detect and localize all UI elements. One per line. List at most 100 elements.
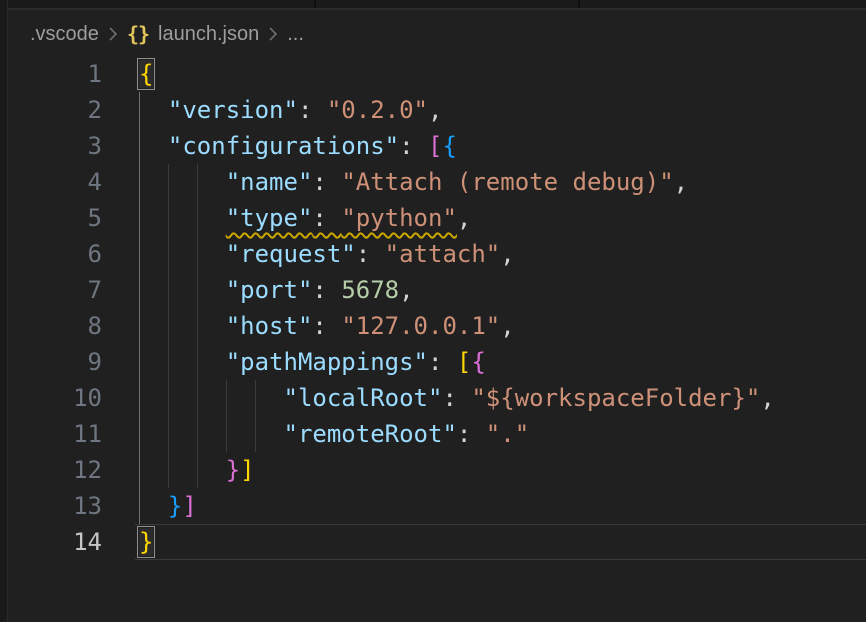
editor[interactable]: 1{2 "version": "0.2.0",3 "configurations…	[0, 56, 866, 622]
chevron-right-icon	[108, 25, 118, 43]
code-token: ,	[500, 312, 514, 340]
code-text: "localRoot": "${workspaceFolder}",	[139, 380, 775, 416]
code-token: "."	[486, 420, 529, 448]
code-token: ,	[428, 96, 442, 124]
code-token: "pathMappings"	[226, 348, 428, 376]
code-line[interactable]: 10 "localRoot": "${workspaceFolder}",	[0, 380, 866, 416]
code-line[interactable]: 14}	[0, 524, 866, 560]
line-number[interactable]: 12	[0, 452, 102, 488]
code-line[interactable]: 2 "version": "0.2.0",	[0, 92, 866, 128]
code-token: "type"	[226, 204, 313, 232]
code-token: ,	[500, 240, 514, 268]
line-number[interactable]: 14	[0, 524, 102, 560]
line-number[interactable]: 5	[0, 200, 102, 236]
code-token: "host"	[226, 312, 313, 340]
line-number[interactable]: 1	[0, 56, 102, 92]
code-token	[139, 240, 226, 268]
code-token: 5678	[341, 276, 399, 304]
code-token: "port"	[226, 276, 313, 304]
code-token	[139, 312, 226, 340]
code-token	[139, 276, 226, 304]
code-token: ]	[240, 456, 254, 484]
code-line[interactable]: 11 "remoteRoot": "."	[0, 416, 866, 452]
bracket-match: }	[139, 528, 153, 556]
code-token: "Attach (remote debug)"	[341, 168, 673, 196]
breadcrumb: .vscode {} launch.json ...	[9, 12, 866, 56]
code-line[interactable]: 6 "request": "attach",	[0, 236, 866, 272]
code-text: }]	[139, 452, 255, 488]
code-token: :	[457, 420, 486, 448]
code-line[interactable]: 7 "port": 5678,	[0, 272, 866, 308]
code-token	[139, 456, 226, 484]
code-token: ,	[760, 384, 774, 412]
code-text: }]	[139, 488, 197, 524]
code-token: :	[428, 348, 457, 376]
line-number[interactable]: 8	[0, 308, 102, 344]
code-line[interactable]: 8 "host": "127.0.0.1",	[0, 308, 866, 344]
code-token: "attach"	[385, 240, 501, 268]
code-text: "version": "0.2.0",	[139, 92, 442, 128]
line-number[interactable]: 7	[0, 272, 102, 308]
line-number[interactable]: 9	[0, 344, 102, 380]
code-token: [	[428, 132, 442, 160]
code-text: "request": "attach",	[139, 236, 515, 272]
line-number[interactable]: 3	[0, 128, 102, 164]
code-line[interactable]: 1{	[0, 56, 866, 92]
code-line[interactable]: 9 "pathMappings": [{	[0, 344, 866, 380]
warning-squiggle: "type": "python"	[226, 204, 457, 232]
code-token: :	[312, 168, 341, 196]
code-token: :	[399, 132, 428, 160]
code-token: "${workspaceFolder}"	[471, 384, 760, 412]
code-line[interactable]: 3 "configurations": [{	[0, 128, 866, 164]
line-number[interactable]: 4	[0, 164, 102, 200]
chevron-right-icon	[268, 25, 278, 43]
code-token: "0.2.0"	[327, 96, 428, 124]
code-token: :	[298, 96, 327, 124]
code-text: {	[139, 56, 153, 92]
code-token: {	[471, 348, 485, 376]
line-number[interactable]: 10	[0, 380, 102, 416]
code-token	[139, 420, 284, 448]
code-token: }	[226, 456, 240, 484]
breadcrumb-symbol[interactable]: ...	[287, 23, 304, 46]
code-text: "type": "python",	[139, 200, 471, 236]
code-text: "remoteRoot": "."	[139, 416, 529, 452]
code-token: }	[168, 492, 182, 520]
line-number[interactable]: 13	[0, 488, 102, 524]
bracket-match: {	[139, 60, 153, 88]
code-token: "localRoot"	[284, 384, 443, 412]
line-number[interactable]: 11	[0, 416, 102, 452]
code-token	[139, 168, 226, 196]
code-token: ,	[457, 204, 471, 232]
code-token: "request"	[226, 240, 356, 268]
code-line[interactable]: 4 "name": "Attach (remote debug)",	[0, 164, 866, 200]
json-braces-icon: {}	[127, 22, 149, 46]
code-text: "pathMappings": [{	[139, 344, 486, 380]
code-token	[139, 348, 226, 376]
code-token	[139, 132, 168, 160]
tab-separator	[314, 0, 316, 8]
code-token: "name"	[226, 168, 313, 196]
code-token	[139, 96, 168, 124]
code-token: ,	[674, 168, 688, 196]
code-line[interactable]: 12 }]	[0, 452, 866, 488]
code-line[interactable]: 5 "type": "python",	[0, 200, 866, 236]
code-text: "port": 5678,	[139, 272, 414, 308]
line-number[interactable]: 2	[0, 92, 102, 128]
code-token: :	[312, 276, 341, 304]
code-token: ,	[399, 276, 413, 304]
breadcrumb-file[interactable]: launch.json	[158, 23, 259, 46]
code-text: "name": "Attach (remote debug)",	[139, 164, 688, 200]
code-text: }	[139, 524, 153, 560]
code-line[interactable]: 13 }]	[0, 488, 866, 524]
code-token: :	[442, 384, 471, 412]
code-text: "host": "127.0.0.1",	[139, 308, 515, 344]
code-token: "version"	[168, 96, 298, 124]
code-token	[139, 204, 226, 232]
line-number[interactable]: 6	[0, 236, 102, 272]
breadcrumb-folder[interactable]: .vscode	[30, 23, 99, 46]
code-token: {	[442, 132, 456, 160]
code-token: :	[356, 240, 385, 268]
code-lines: 1{2 "version": "0.2.0",3 "configurations…	[0, 56, 866, 560]
code-token: :	[312, 312, 341, 340]
